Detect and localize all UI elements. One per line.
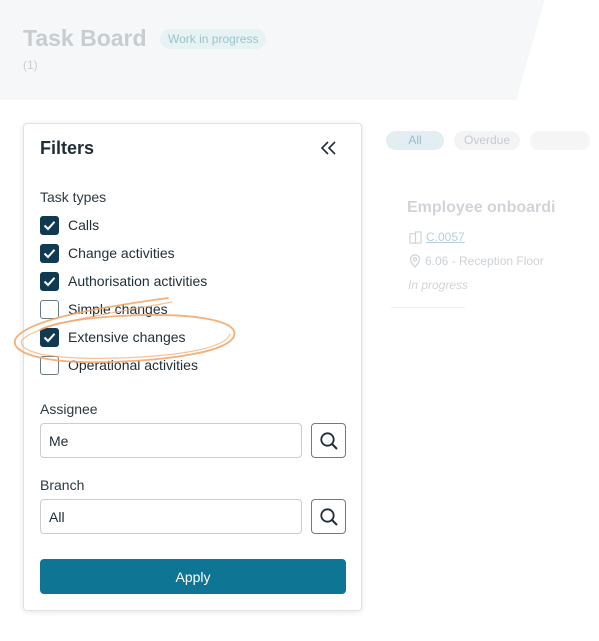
checkbox-checked[interactable]: [40, 271, 59, 291]
task-types-label: Task types: [40, 189, 107, 205]
assignee-label: Assignee: [40, 401, 98, 417]
task-type-option[interactable]: Extensive changes: [40, 327, 186, 347]
filter-chip-overdue[interactable]: Overdue: [454, 131, 520, 150]
task-type-label: Operational activities: [68, 357, 198, 373]
branch-search-button[interactable]: [311, 499, 346, 534]
checkbox-unchecked[interactable]: [40, 355, 59, 375]
branch-label: Branch: [40, 477, 85, 493]
task-type-label: Simple changes: [68, 301, 168, 317]
task-type-option[interactable]: Change activities: [40, 243, 175, 263]
task-type-option[interactable]: Simple changes: [40, 299, 168, 319]
task-card-code: C.0057: [409, 230, 465, 244]
assignee-input[interactable]: [40, 423, 302, 458]
page-title: Task Board: [23, 25, 147, 51]
header-corner-cut: [510, 0, 599, 120]
task-type-option[interactable]: Authorisation activities: [40, 271, 207, 291]
task-card-title[interactable]: Employee onboardi: [407, 199, 567, 217]
task-card-divider: [391, 307, 465, 308]
task-type-option[interactable]: Calls: [40, 215, 99, 235]
task-card-location: 6.06 - Reception Floor: [409, 254, 559, 268]
checkmark-icon: [43, 332, 56, 342]
task-card-code-link[interactable]: C.0057: [426, 230, 465, 244]
task-card-location-text: 6.06 - Reception Floor: [425, 254, 544, 268]
building-icon: [409, 230, 422, 244]
checkbox-unchecked[interactable]: [40, 299, 59, 319]
assignee-search-button[interactable]: [311, 423, 346, 458]
checkbox-checked[interactable]: [40, 215, 59, 235]
branch-input[interactable]: [40, 499, 302, 534]
search-icon: [319, 431, 338, 450]
task-type-label: Extensive changes: [68, 329, 186, 345]
status-badge: Work in progress: [160, 29, 267, 49]
filter-chip-all[interactable]: All: [386, 131, 444, 150]
checkbox-checked[interactable]: [40, 243, 59, 263]
task-card-status: In progress: [408, 278, 469, 292]
checkmark-icon: [43, 220, 56, 230]
checkmark-icon: [43, 276, 56, 286]
apply-button[interactable]: Apply: [40, 559, 346, 594]
search-icon: [319, 507, 338, 526]
task-type-label: Change activities: [68, 245, 175, 261]
checkmark-icon: [43, 248, 56, 258]
task-type-label: Calls: [68, 217, 100, 233]
location-pin-icon: [409, 254, 421, 268]
filters-title: Filters: [40, 138, 95, 158]
task-count: (1): [23, 58, 38, 72]
filters-panel: Filters Task types Calls Change activitie…: [23, 123, 362, 611]
task-type-label: Authorisation activities: [68, 273, 208, 289]
filter-chip-more[interactable]: [530, 131, 590, 150]
task-type-option[interactable]: Operational activities: [40, 355, 198, 375]
checkbox-checked[interactable]: [40, 327, 59, 347]
double-chevron-left-icon: [320, 141, 336, 155]
collapse-panel-button[interactable]: [316, 136, 342, 160]
